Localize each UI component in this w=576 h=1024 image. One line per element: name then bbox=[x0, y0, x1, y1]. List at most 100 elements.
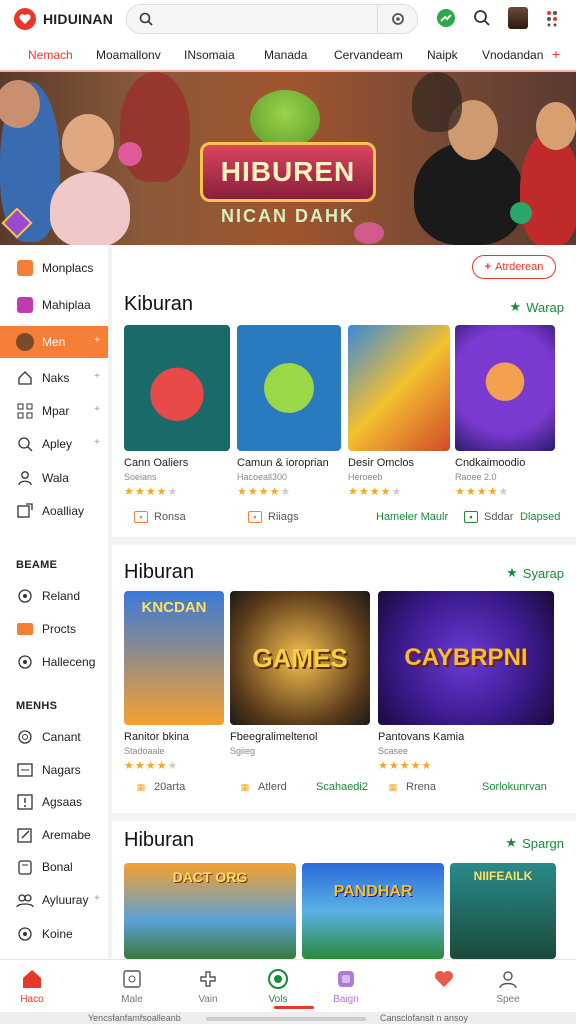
sidebar-item-mpar[interactable]: Mpar + bbox=[0, 395, 108, 427]
circle-icon bbox=[16, 587, 34, 605]
system-bar: Yencsfanfamfsoalleanb Cansclofansit n an… bbox=[0, 1012, 576, 1024]
home-indicator[interactable] bbox=[206, 1017, 366, 1021]
game-title: Camun & ioroprian bbox=[237, 457, 329, 469]
rating-stars: ★★★★★ bbox=[348, 486, 403, 498]
sidebar-item-halleceng[interactable]: Halleceng bbox=[0, 646, 108, 678]
main-content: + Atrderean Kiburan ★ Warap Cann Oaliers… bbox=[108, 245, 576, 959]
tile-meta[interactable]: ▪ Sddar bbox=[464, 511, 513, 523]
sidebar-item-label: Naks bbox=[42, 371, 70, 385]
sidebar-item-reland[interactable]: Reland bbox=[0, 580, 108, 612]
sidebar-item-monplacs[interactable]: Monplacs bbox=[0, 252, 108, 284]
nav-item-vain[interactable]: Vain bbox=[178, 968, 238, 1005]
tab-more-button[interactable]: + bbox=[552, 46, 560, 62]
game-thumbnail bbox=[455, 325, 555, 451]
tile-meta[interactable]: ▦ Atlerd bbox=[238, 781, 287, 793]
expand-icon: + bbox=[94, 371, 100, 382]
section-link-label: Spargn bbox=[522, 835, 564, 851]
avatar[interactable] bbox=[506, 6, 530, 30]
tile-meta[interactable]: Hameler Maulr bbox=[376, 511, 448, 523]
sidebar-item-aoalliay[interactable]: Aoalliay bbox=[0, 495, 108, 527]
tile-meta-label: Scahaedi2 bbox=[316, 781, 368, 793]
tile-meta[interactable]: ▦ 20arta bbox=[134, 781, 185, 793]
tab-5[interactable]: Naipk bbox=[427, 48, 458, 62]
section-see-all-link[interactable]: ★ Warap bbox=[510, 299, 564, 315]
candy-icon bbox=[510, 202, 532, 224]
grid-icon bbox=[16, 259, 34, 277]
sidebar-item-label: Apley bbox=[42, 437, 73, 451]
sidebar-item-ayluuray[interactable]: Ayluuray + bbox=[0, 884, 108, 916]
hero-banner[interactable]: HIBUREN NICAN DAHK bbox=[0, 72, 576, 245]
alert-icon bbox=[16, 793, 34, 811]
section-see-all-link[interactable]: ★ Spargn bbox=[505, 835, 564, 851]
tab-0[interactable]: Nemach bbox=[28, 48, 73, 62]
tile-meta[interactable]: ▦ Rrena bbox=[386, 781, 436, 793]
tab-3[interactable]: Manada bbox=[264, 48, 307, 62]
expand-icon: + bbox=[94, 437, 100, 448]
game-thumbnail: KNCDAN bbox=[124, 591, 224, 725]
tab-1[interactable]: Moamallonv bbox=[96, 48, 161, 62]
sidebar-item-bonal[interactable]: Bonal bbox=[0, 851, 108, 883]
tile-meta[interactable]: Dlapsed bbox=[520, 511, 560, 523]
search-icon[interactable] bbox=[470, 6, 494, 30]
tab-4[interactable]: Cervandeam bbox=[334, 48, 403, 62]
share-icon bbox=[16, 502, 34, 520]
section-see-all-link[interactable]: ★ Syarap bbox=[506, 565, 564, 581]
sidebar-item-koine[interactable]: Koine bbox=[0, 918, 108, 950]
nav-item-favorites[interactable] bbox=[414, 968, 474, 994]
camera-search-button[interactable] bbox=[377, 5, 417, 33]
sidebar-item-label: Reland bbox=[42, 589, 81, 603]
sidebar-item-wala[interactable]: Wala bbox=[0, 462, 108, 494]
sidebar-item-aremabe[interactable]: Aremabe bbox=[0, 819, 108, 851]
sidebar-item-men[interactable]: Men + bbox=[0, 326, 108, 358]
tile-meta[interactable]: Scahaedi2 bbox=[316, 781, 368, 793]
sidebar-item-label: Mahiplaa bbox=[42, 298, 91, 312]
banner-figure bbox=[62, 114, 114, 172]
sidebar: Monplacs Mahiplaa Men + Naks + Mpar + Ap… bbox=[0, 245, 108, 959]
nav-item-home[interactable]: Haco bbox=[2, 968, 62, 1005]
nav-item-vols[interactable]: Vols bbox=[248, 968, 308, 1005]
tag-icon: ▪ bbox=[248, 511, 262, 523]
grid-icon: ▦ bbox=[240, 781, 250, 792]
section-link-label: Syarap bbox=[522, 565, 564, 581]
nav-item-baign[interactable]: Baign bbox=[316, 968, 376, 1005]
apps-grid-icon[interactable] bbox=[542, 6, 566, 30]
puzzle-icon bbox=[16, 296, 34, 314]
game-thumbnail: PANDHAR bbox=[302, 863, 444, 959]
tile-meta[interactable]: Sorlokunrvan bbox=[482, 781, 547, 793]
tile-meta[interactable]: ▪ Riiags bbox=[248, 511, 299, 523]
sidebar-item-label: Mpar bbox=[42, 404, 70, 418]
game-subtitle: Stadoaale bbox=[124, 746, 165, 756]
trending-icon[interactable] bbox=[434, 6, 458, 30]
tab-2[interactable]: INsomaia bbox=[184, 48, 235, 62]
sidebar-item-naks[interactable]: Naks + bbox=[0, 362, 108, 394]
nav-label: Haco bbox=[20, 994, 44, 1005]
tab-6[interactable]: Vnodandan bbox=[482, 48, 543, 62]
heart-logo-icon bbox=[14, 8, 36, 30]
search-bar[interactable] bbox=[126, 4, 418, 34]
sidebar-item-canant[interactable]: Canant bbox=[0, 721, 108, 753]
add-button[interactable]: + Atrderean bbox=[472, 255, 556, 279]
tile-meta[interactable]: ▪ Ronsa bbox=[134, 511, 186, 523]
banner-figure bbox=[520, 132, 576, 245]
banner-mascot bbox=[250, 90, 320, 148]
nav-item-male[interactable]: Male bbox=[102, 968, 162, 1005]
sidebar-item-nagars[interactable]: Nagars bbox=[0, 754, 108, 786]
sidebar-item-label: Koine bbox=[42, 927, 73, 941]
nav-item-profile[interactable]: Spee bbox=[478, 968, 538, 1005]
list-icon bbox=[16, 761, 34, 779]
nav-label: Male bbox=[121, 994, 143, 1005]
search-input[interactable] bbox=[163, 10, 363, 30]
sidebar-item-procts[interactable]: Procts bbox=[0, 613, 108, 645]
sidebar-item-mahiplaa[interactable]: Mahiplaa bbox=[0, 289, 108, 321]
game-thumbnail: CAYBRPNI bbox=[378, 591, 554, 725]
thumbnail-text: CAYBRPNI bbox=[404, 644, 528, 671]
thumbnail-text: PANDHAR bbox=[333, 883, 413, 900]
tile-meta-label: Dlapsed bbox=[520, 511, 561, 523]
sidebar-item-apley[interactable]: Apley + bbox=[0, 428, 108, 460]
file-icon bbox=[16, 858, 34, 876]
sidebar-item-label: Canant bbox=[42, 730, 81, 744]
game-thumbnail: NIIFEAILK bbox=[450, 863, 556, 959]
app-logo[interactable]: HIDUINAN bbox=[14, 8, 113, 30]
sidebar-item-label: Wala bbox=[42, 471, 69, 485]
sidebar-item-agsaas[interactable]: Agsaas bbox=[0, 786, 108, 818]
